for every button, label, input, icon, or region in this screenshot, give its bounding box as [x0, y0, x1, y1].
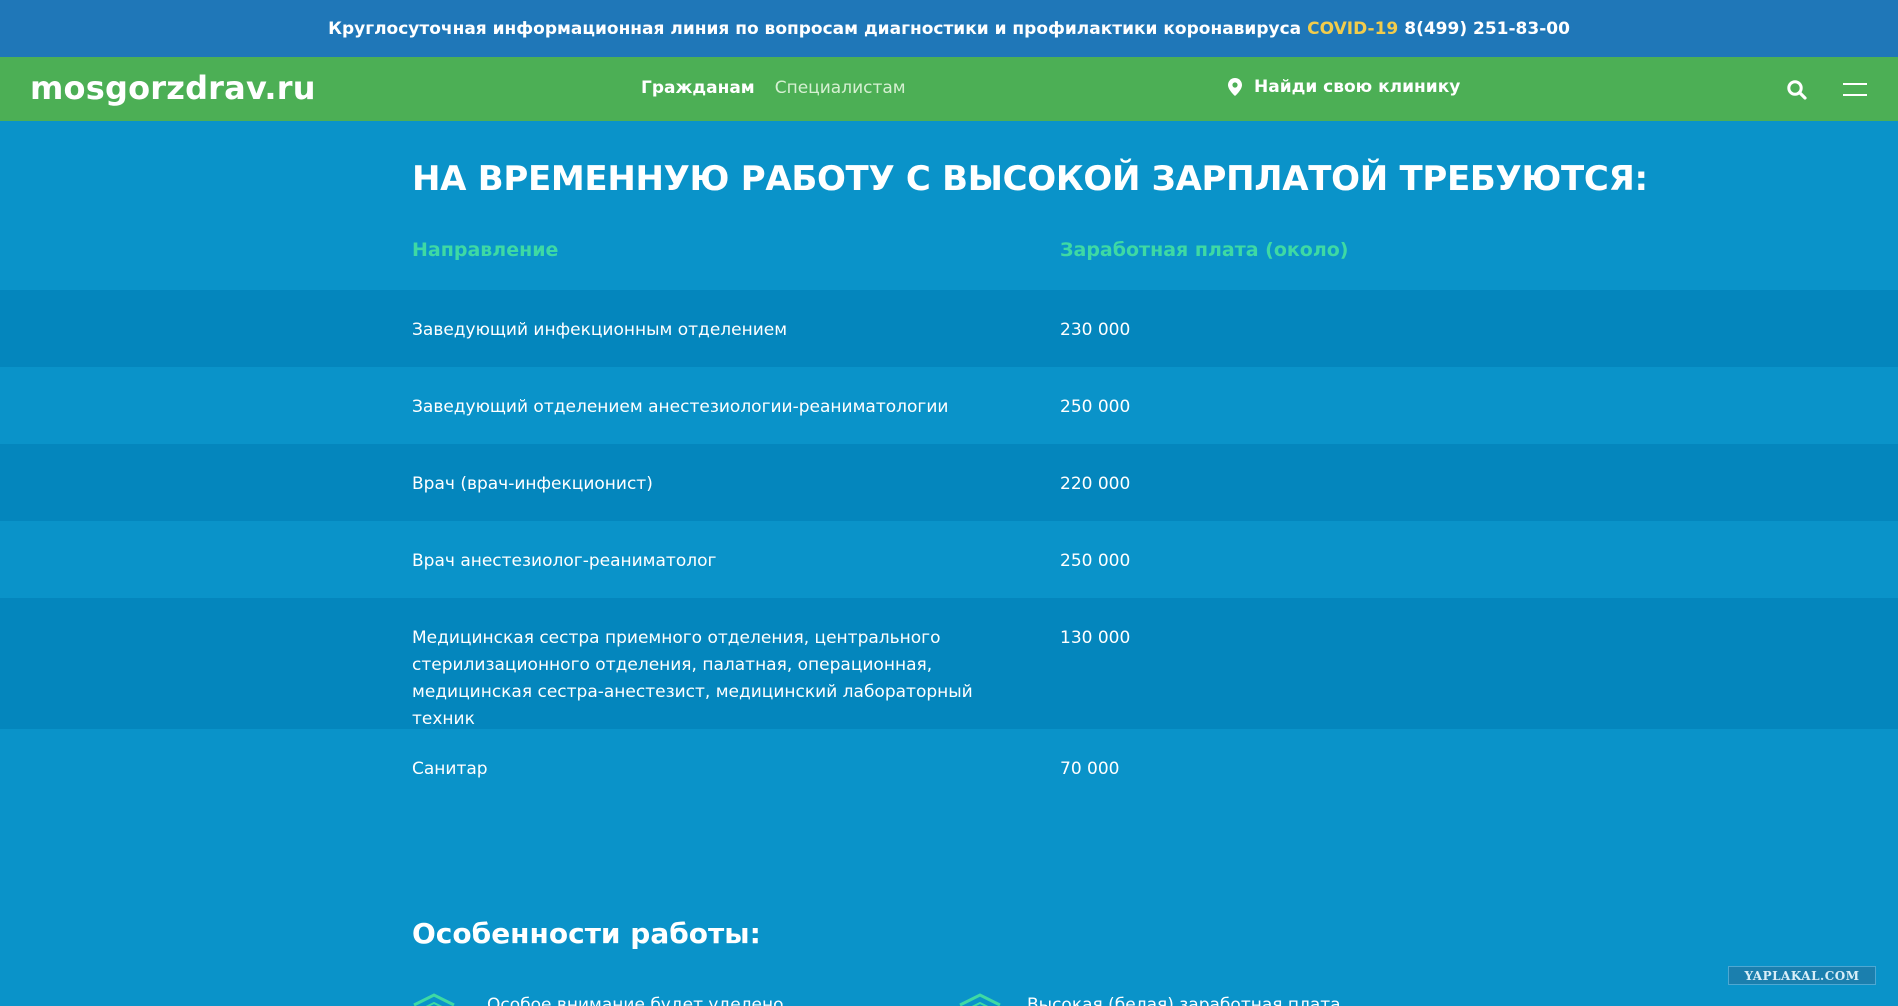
vacancy-table: Заведующий инфекционным отделением 230 0… [0, 290, 1898, 806]
table-row: Медицинская сестра приемного отделения, … [0, 598, 1898, 729]
table-row: Санитар 70 000 [0, 729, 1898, 806]
shield-icon [413, 993, 455, 1006]
table-row: Врач (врач-инфекционист) 220 000 [0, 444, 1898, 521]
table-header-salary: Заработная плата (около) [1060, 239, 1349, 261]
hamburger-menu-icon [1843, 83, 1867, 96]
main-navbar: mosgorzdrav.ru Гражданам Специалистам На… [0, 57, 1898, 121]
nav-link-citizens[interactable]: Гражданам [641, 78, 755, 98]
search-button[interactable] [1786, 79, 1808, 101]
feature-item: Особое внимание будет уделено [487, 995, 784, 1006]
find-clinic-link[interactable]: Найди свою клинику [1228, 77, 1460, 97]
position-cell: Врач анестезиолог-реаниматолог [412, 551, 717, 571]
table-row: Врач анестезиолог-реаниматолог 250 000 [0, 521, 1898, 598]
search-icon [1787, 80, 1807, 100]
nav-link-specialists[interactable]: Специалистам [775, 78, 906, 98]
salary-cell: 130 000 [1060, 628, 1131, 648]
watermark-logo: YAPLAKAL.COM [1728, 966, 1876, 985]
salary-cell: 70 000 [1060, 759, 1120, 779]
shield-icon [959, 993, 1001, 1006]
location-pin-icon [1228, 78, 1242, 96]
audience-nav: Гражданам Специалистам [641, 78, 906, 98]
position-cell: Медицинская сестра приемного отделения, … [412, 628, 973, 729]
position-cell: Санитар [412, 759, 488, 779]
info-banner-text: Круглосуточная информационная линия по в… [328, 18, 1302, 39]
feature-item: Высокая (белая) заработная плата [1027, 995, 1341, 1006]
page-title: НА ВРЕМЕННУЮ РАБОТУ С ВЫСОКОЙ ЗАРПЛАТОЙ … [412, 159, 1648, 199]
salary-cell: 250 000 [1060, 551, 1131, 571]
find-clinic-label: Найди свою клинику [1254, 77, 1461, 97]
menu-button[interactable] [1843, 81, 1869, 99]
position-cell: Врач (врач-инфекционист) [412, 474, 653, 494]
covid-label: COVID-19 [1307, 18, 1399, 39]
hotline-phone[interactable]: 8(499) 251-83-00 [1404, 19, 1570, 39]
table-row: Заведующий отделением анестезиологии-реа… [0, 367, 1898, 444]
features-title: Особенности работы: [412, 917, 761, 950]
site-logo[interactable]: mosgorzdrav.ru [30, 69, 316, 107]
table-row: Заведующий инфекционным отделением 230 0… [0, 290, 1898, 367]
position-cell: Заведующий отделением анестезиологии-реа… [412, 397, 949, 417]
salary-cell: 230 000 [1060, 320, 1131, 340]
salary-cell: 220 000 [1060, 474, 1131, 494]
info-banner: Круглосуточная информационная линия по в… [0, 0, 1898, 57]
salary-cell: 250 000 [1060, 397, 1131, 417]
table-header-position: Направление [412, 239, 559, 261]
position-cell: Заведующий инфекционным отделением [412, 320, 788, 340]
